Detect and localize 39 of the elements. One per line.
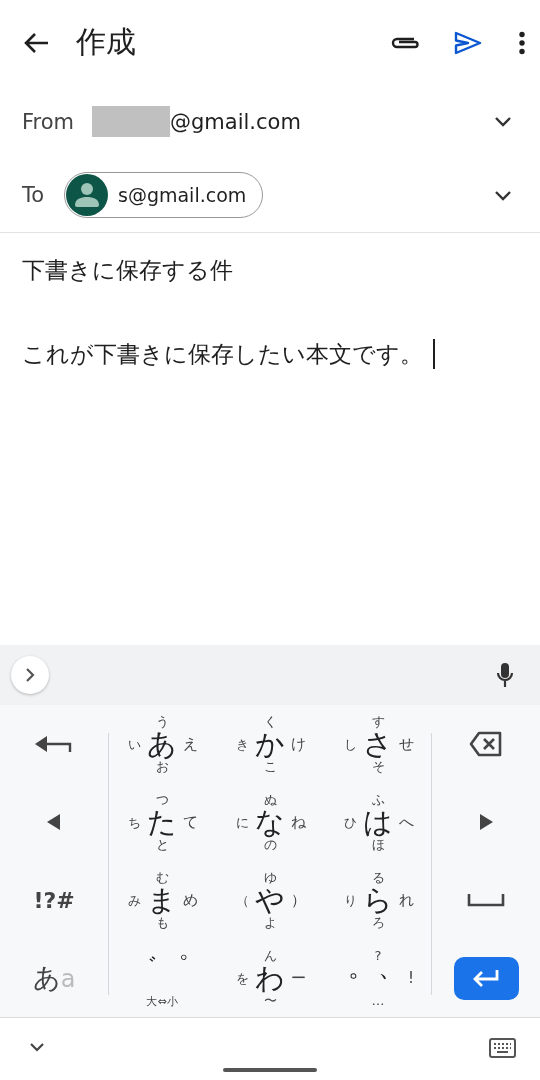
kana-key[interactable]: た つ ち て と <box>108 783 216 861</box>
from-label: From <box>22 109 76 134</box>
kana-key[interactable]: ら る り れ ろ <box>324 861 432 939</box>
back-icon[interactable] <box>22 30 50 55</box>
chevron-down-icon[interactable] <box>494 116 512 127</box>
keyboard-icon[interactable] <box>489 1038 516 1058</box>
expand-toolbar-button[interactable] <box>11 656 49 694</box>
backspace-icon[interactable] <box>469 731 503 757</box>
to-label: To <box>22 183 46 207</box>
kana-key[interactable]: は ふ ひ へ ほ <box>324 783 432 861</box>
kana-key[interactable]: さ す し せ そ <box>324 705 432 783</box>
enter-key[interactable] <box>453 956 519 1000</box>
kana-key[interactable]: あ う い え お <box>108 705 216 783</box>
kana-key[interactable]: ゛゜ 大⇔小 <box>108 939 216 1017</box>
screen-title: 作成 <box>76 23 137 61</box>
sender-address: @gmail.com <box>170 109 301 134</box>
subject-field[interactable]: 下書きに保存する件 <box>22 253 518 287</box>
kana-key[interactable]: 。、 ? ! … <box>324 939 432 1017</box>
more-icon[interactable] <box>518 30 526 55</box>
kana-key[interactable]: わ ん を ー 〜 <box>216 939 324 1017</box>
microphone-icon[interactable] <box>496 662 514 688</box>
text-cursor <box>433 339 435 369</box>
kana-key[interactable]: か く き け こ <box>216 705 324 783</box>
avatar-icon <box>66 174 108 216</box>
enter-icon <box>472 969 500 987</box>
symbols-key[interactable]: !?# <box>33 887 75 913</box>
chevron-down-icon[interactable] <box>494 189 512 201</box>
kana-key[interactable]: や ゆ （ ） よ <box>216 861 324 939</box>
left-arrow-icon[interactable] <box>47 814 61 830</box>
hide-keyboard-icon[interactable] <box>29 1042 45 1052</box>
send-icon[interactable] <box>454 30 482 55</box>
undo-arrow-icon[interactable] <box>35 735 73 753</box>
kana-key[interactable]: ま む み め も <box>108 861 216 939</box>
right-arrow-icon[interactable] <box>479 814 493 830</box>
space-key-icon[interactable] <box>467 893 505 907</box>
input-mode-key[interactable]: あa <box>32 960 76 996</box>
body-text[interactable]: これが下書きに保存したい本文です。 <box>22 337 423 371</box>
chevron-right-icon <box>25 667 35 683</box>
kana-key[interactable]: な ぬ に ね の <box>216 783 324 861</box>
